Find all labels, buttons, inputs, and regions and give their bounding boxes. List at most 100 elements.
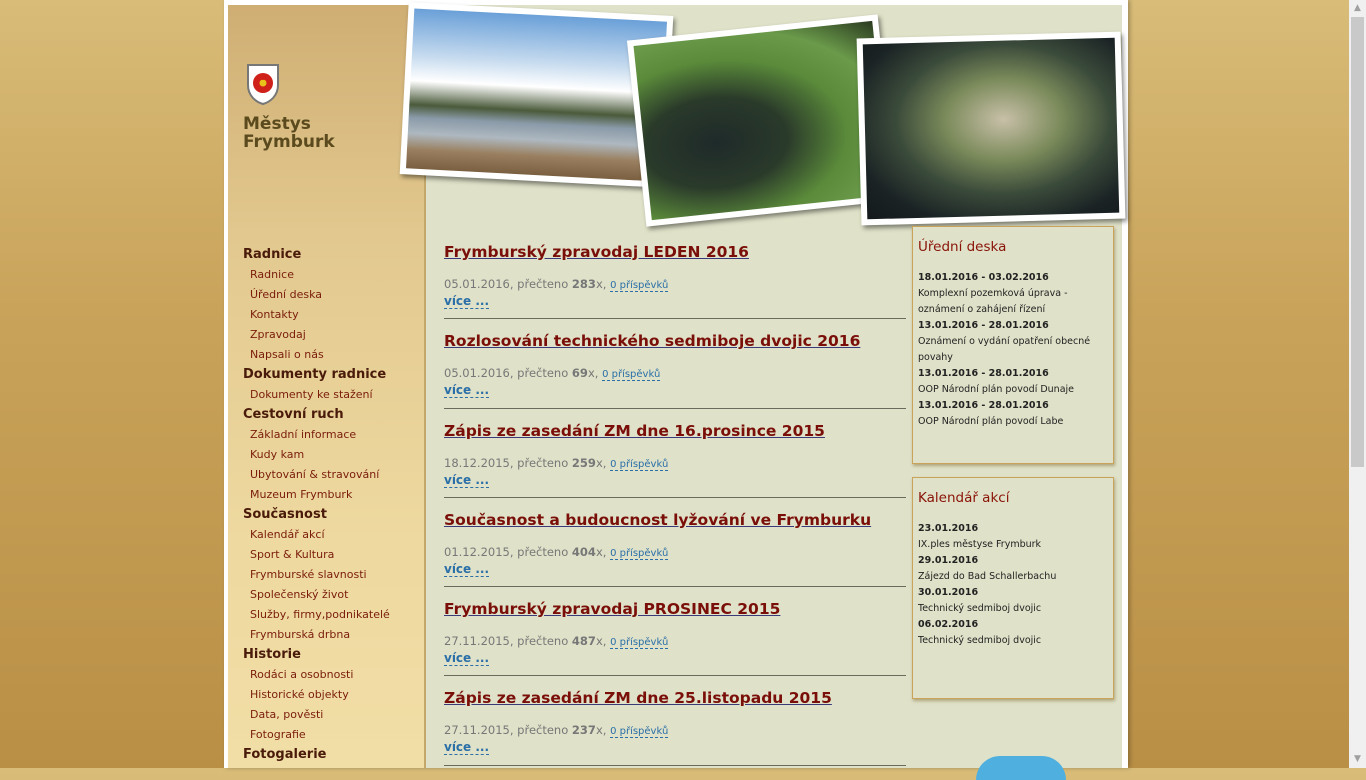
article-read-count: 237 bbox=[571, 723, 596, 738]
nav-group[interactable]: Radnice bbox=[243, 245, 423, 265]
nav-item[interactable]: Služby, firmy,podnikatelé bbox=[243, 605, 423, 625]
news-article: Současnost a budoucnost lyžování ve Frym… bbox=[444, 498, 906, 588]
nav-item[interactable]: Základní informace bbox=[243, 425, 423, 445]
article-date: 01.12.2015 bbox=[444, 544, 510, 559]
crest-icon[interactable] bbox=[246, 63, 280, 105]
article-read-label: přečteno bbox=[517, 455, 569, 470]
nav-item[interactable]: Frymburská drbna bbox=[243, 625, 423, 645]
scroll-up-icon[interactable]: ▲ bbox=[1349, 0, 1366, 17]
site-name-line2: Frymburk bbox=[243, 132, 335, 152]
sidebar: Městys Frymburk Radnice Radnice Úřední des… bbox=[228, 5, 426, 768]
article-posts-link[interactable]: 0 příspěvků bbox=[610, 547, 669, 560]
article-read-count: 259 bbox=[571, 455, 596, 470]
photo-aerial-peninsula bbox=[856, 31, 1126, 226]
nav-item[interactable]: Úřední deska bbox=[243, 285, 423, 305]
entry-link[interactable]: Oznámení o vydání opatření obecné povahy bbox=[918, 334, 1113, 366]
nav-group[interactable]: Dokumenty radnice bbox=[243, 365, 423, 385]
article-more-link[interactable]: více ... bbox=[444, 741, 490, 756]
scrollbar[interactable]: ▲ ▼ bbox=[1349, 0, 1366, 768]
article-title[interactable]: Rozlosování technického sedmiboje dvojic… bbox=[444, 332, 860, 350]
entry-date: 18.01.2016 - 03.02.2016 bbox=[918, 272, 1049, 283]
article-title[interactable]: Frymburský zpravodaj LEDEN 2016 bbox=[444, 243, 749, 261]
nav-group[interactable]: Cestovní ruch bbox=[243, 405, 423, 425]
site-name-line1: Městys bbox=[243, 114, 311, 134]
site-name[interactable]: Městys Frymburk bbox=[243, 115, 413, 151]
article-posts-link[interactable]: 0 příspěvků bbox=[610, 726, 669, 739]
nav-item[interactable]: Ubytování & stravování bbox=[243, 465, 423, 485]
entry-link[interactable]: Zájezd do Bad Schallerbachu bbox=[918, 569, 1113, 585]
news-article: Frymburský zpravodaj PROSINEC 2015 27.11.… bbox=[444, 587, 906, 677]
scroll-thumb[interactable] bbox=[1351, 17, 1364, 467]
header-photos bbox=[399, 2, 1126, 227]
article-read-suffix: x, bbox=[595, 634, 607, 649]
official-board-title[interactable]: Úřední deska bbox=[918, 239, 1006, 255]
entry-link[interactable]: OOP Národní plán povodí Labe bbox=[918, 414, 1113, 430]
entry-link[interactable]: Komplexní pozemková úprava - oznámení o … bbox=[918, 286, 1113, 318]
entry-link[interactable]: IX.ples městyse Frymburk bbox=[918, 537, 1113, 553]
page-inner: Městys Frymburk Radnice Radnice Úřední des… bbox=[228, 2, 1126, 780]
entry-date: 06.02.2016 bbox=[918, 619, 979, 630]
article-date: 05.01.2016 bbox=[444, 366, 510, 381]
article-title[interactable]: Zápis ze zasedání ZM dne 16.prosince 201… bbox=[444, 422, 825, 440]
article-title[interactable]: Zápis ze zasedání ZM dne 25.listopadu 20… bbox=[444, 689, 832, 707]
news-article: Rozlosování technického sedmiboje dvojic… bbox=[444, 319, 906, 409]
nav-group[interactable]: Současnost bbox=[243, 505, 423, 525]
nav-item[interactable]: Dokumenty ke stažení bbox=[243, 385, 423, 405]
nav-item[interactable]: Frymburské slavnosti bbox=[243, 565, 423, 585]
nav-item[interactable]: Historické objekty bbox=[243, 685, 423, 705]
entry-date: 23.01.2016 bbox=[918, 523, 979, 534]
article-more-link[interactable]: více ... bbox=[444, 652, 490, 667]
nav-group[interactable]: Historie bbox=[243, 645, 423, 665]
article-meta: 27.11.2015, přečteno 487x, 0 příspěvků bbox=[444, 634, 669, 650]
article-read-label: přečteno bbox=[517, 366, 569, 381]
nav-group[interactable]: Fotogalerie bbox=[243, 745, 423, 765]
entry-date: 13.01.2016 - 28.01.2016 bbox=[918, 400, 1049, 411]
article-read-suffix: x, bbox=[595, 723, 607, 738]
news-article: Frymburský zpravodaj LEDEN 2016 05.01.201… bbox=[444, 230, 906, 320]
article-more-link[interactable]: více ... bbox=[444, 295, 490, 309]
social-badge[interactable] bbox=[976, 756, 1066, 780]
article-title[interactable]: Frymburský zpravodaj PROSINEC 2015 bbox=[444, 600, 780, 618]
article-posts-link[interactable]: 0 příspěvků bbox=[610, 637, 669, 650]
nav-item[interactable]: Rodáci a osobnosti bbox=[243, 665, 423, 685]
article-date: 27.11.2015 bbox=[444, 723, 510, 738]
article-read-count: 283 bbox=[571, 277, 596, 291]
article-read-suffix: x, bbox=[595, 455, 607, 470]
nav-item[interactable]: Kalendář akcí bbox=[243, 525, 423, 545]
scroll-down-icon[interactable]: ▼ bbox=[1349, 751, 1366, 768]
nav-item[interactable]: Sport & Kultura bbox=[243, 545, 423, 565]
nav-item[interactable]: Radnice bbox=[243, 265, 423, 285]
article-more-link[interactable]: více ... bbox=[444, 473, 490, 488]
article-more-link[interactable]: více ... bbox=[444, 384, 490, 399]
nav-item[interactable]: Zpravodaj bbox=[243, 325, 423, 345]
article-meta: 27.11.2015, přečteno 237x, 0 příspěvků bbox=[444, 723, 669, 739]
entry-date: 13.01.2016 - 28.01.2016 bbox=[918, 320, 1049, 331]
nav-item[interactable]: Kontakty bbox=[243, 305, 423, 325]
nav-item[interactable]: Kudy kam bbox=[243, 445, 423, 465]
nav-item[interactable]: Fotografie bbox=[243, 725, 423, 745]
article-posts-link[interactable]: 0 příspěvků bbox=[610, 458, 669, 471]
article-meta: 05.01.2016, přečteno 69x, 0 příspěvků bbox=[444, 366, 661, 382]
news-article: Zápis ze zasedání ZM dne 16.prosince 201… bbox=[444, 409, 906, 498]
nav-item[interactable]: Muzeum Frymburk bbox=[243, 485, 423, 505]
article-posts-link[interactable]: 0 příspěvků bbox=[610, 280, 669, 292]
nav-item[interactable]: Data, pověsti bbox=[243, 705, 423, 725]
entry-link[interactable]: Technický sedmiboj dvojic bbox=[918, 633, 1113, 649]
article-read-count: 69 bbox=[571, 366, 588, 381]
article-read-label: přečteno bbox=[517, 723, 569, 738]
article-meta: 18.12.2015, přečteno 259x, 0 příspěvků bbox=[444, 455, 669, 471]
nav-item[interactable]: Společenský život bbox=[243, 585, 423, 605]
article-title[interactable]: Současnost a budoucnost lyžování ve Frym… bbox=[444, 511, 871, 529]
entry-date: 29.01.2016 bbox=[918, 555, 979, 566]
article-date: 18.12.2015 bbox=[444, 455, 510, 470]
main-nav: Radnice Radnice Úřední deska Kontakty Zpravo… bbox=[243, 245, 423, 765]
official-board-entries: 18.01.2016 - 03.02.2016 Komplexní pozemko… bbox=[918, 270, 1113, 430]
events-title[interactable]: Kalendář akcí bbox=[918, 490, 1009, 506]
nav-item[interactable]: Napsali o nás bbox=[243, 345, 423, 365]
entry-link[interactable]: Technický sedmiboj dvojic bbox=[918, 601, 1113, 617]
article-more-link[interactable]: více ... bbox=[444, 562, 490, 577]
events-entries: 23.01.2016 IX.ples městyse Frymburk 29.01.… bbox=[918, 521, 1113, 649]
entry-link[interactable]: OOP Národní plán povodí Dunaje bbox=[918, 382, 1113, 398]
article-posts-link[interactable]: 0 příspěvků bbox=[602, 369, 661, 382]
article-read-count: 404 bbox=[571, 544, 596, 559]
